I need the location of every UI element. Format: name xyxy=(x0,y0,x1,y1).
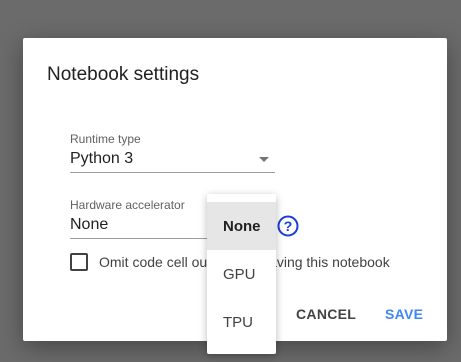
hardware-accelerator-value: None xyxy=(70,216,109,233)
dropdown-option-none[interactable]: None xyxy=(207,202,276,250)
caret-down-icon xyxy=(259,157,269,162)
runtime-type-select[interactable]: Python 3 xyxy=(70,146,275,173)
cancel-button[interactable]: CANCEL xyxy=(296,306,356,322)
dropdown-option-gpu[interactable]: GPU xyxy=(207,250,276,298)
hardware-accelerator-dropdown: None GPU TPU xyxy=(207,194,276,354)
dropdown-option-tpu[interactable]: TPU xyxy=(207,298,276,346)
hardware-accelerator-label: Hardware accelerator xyxy=(70,198,185,212)
runtime-type-label: Runtime type xyxy=(70,132,141,146)
dialog-title: Notebook settings xyxy=(47,64,200,85)
help-icon[interactable]: ? xyxy=(277,215,299,237)
svg-text:?: ? xyxy=(284,218,293,234)
omit-output-checkbox[interactable] xyxy=(70,253,88,271)
runtime-type-value: Python 3 xyxy=(70,150,134,167)
save-button[interactable]: SAVE xyxy=(385,306,423,322)
